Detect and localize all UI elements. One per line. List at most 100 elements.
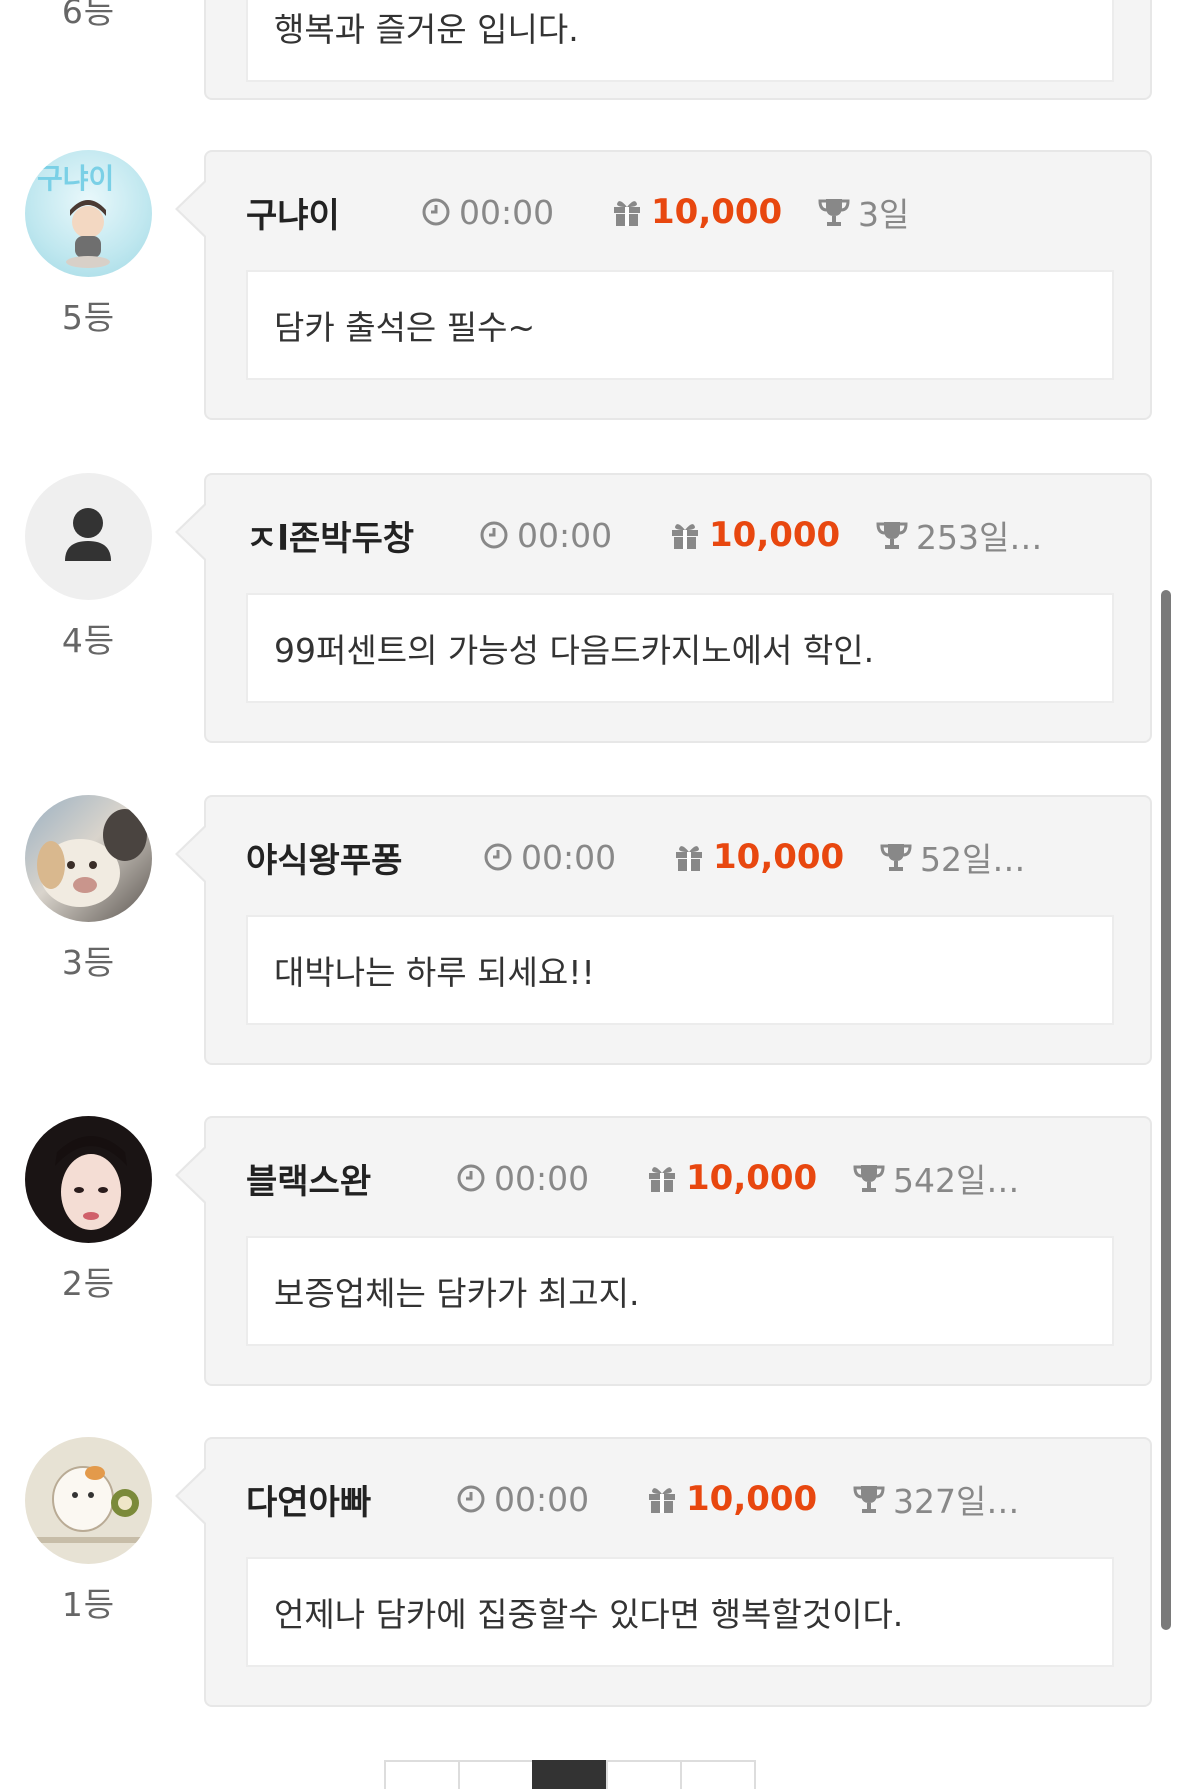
points: 10,000	[646, 1477, 817, 1521]
rank-label: 6등	[61, 0, 116, 31]
gift-icon	[676, 846, 702, 871]
card-pointer	[178, 182, 206, 236]
nickname[interactable]: ㅈl존박두창	[246, 513, 414, 559]
points: 10,000	[611, 190, 782, 234]
avatar[interactable]: 구냐이	[25, 150, 152, 277]
days-value: 542일…	[893, 1161, 1020, 1200]
attendance-entry: 6등 행복과 즐거운 입니다.	[0, 0, 1179, 100]
nickname[interactable]: 다연아빠	[246, 1477, 371, 1523]
avatar-column: 4등	[25, 473, 152, 662]
comment-meta: ㅈl존박두창 00:00 10,000 253일…	[246, 513, 1130, 559]
comment-card: 야식왕푸퐁 00:00 10,000 52일… 대박나는 하루 되세요!!	[175, 795, 1152, 1065]
comment-card: 블랙스완 00:00 10,000 542일… 보증업체는 담카가 최고지.	[175, 1116, 1152, 1386]
time-value: 00:00	[459, 192, 555, 232]
attendance-entry: 구냐이 5등 구냐이 00:00 10,000 3일 담카 출석은 필수~	[0, 150, 1179, 450]
points: 10,000	[669, 513, 840, 557]
comment-card: ㅈl존박두창 00:00 10,000 253일… 99퍼센트의 가능성 다음드…	[175, 473, 1152, 743]
gift-icon	[614, 201, 640, 226]
page-button[interactable]	[458, 1760, 534, 1789]
trophy-icon	[876, 522, 908, 549]
time-stamp: 00:00	[483, 835, 616, 879]
avatar-column: 구냐이 5등	[25, 150, 152, 339]
gift-icon	[672, 524, 698, 549]
clock-icon	[457, 1164, 485, 1192]
comment-message: 언제나 담카에 집중할수 있다면 행복할것이다.	[246, 1557, 1114, 1667]
avatar-illustration: 구냐이	[37, 162, 114, 268]
points: 10,000	[646, 1156, 817, 1200]
comment-message: 담카 출석은 필수~	[246, 270, 1114, 380]
time-value: 00:00	[494, 1479, 590, 1519]
points-value: 10,000	[686, 1158, 818, 1198]
rank-label: 4등	[61, 621, 116, 660]
card-pointer	[178, 1148, 206, 1202]
clock-icon	[484, 843, 512, 871]
attendance-days: 327일…	[853, 1477, 1019, 1521]
time-stamp: 00:00	[421, 190, 554, 234]
page-button[interactable]	[606, 1760, 682, 1789]
nickname[interactable]: 구냐이	[246, 190, 340, 236]
points-value: 10,000	[709, 515, 841, 555]
trophy-icon	[880, 844, 912, 871]
card-pointer	[178, 827, 206, 881]
trophy-icon	[853, 1486, 885, 1513]
gift-icon	[649, 1167, 675, 1192]
trophy-icon	[853, 1165, 885, 1192]
comment-meta: 블랙스완 00:00 10,000 542일…	[246, 1156, 1130, 1202]
comment-card: 행복과 즐거운 입니다.	[204, 0, 1152, 100]
comment-card: 다연아빠 00:00 10,000 327일… 언제나 담카에 집중할수 있다면…	[175, 1437, 1152, 1707]
comment-meta: 구냐이 00:00 10,000 3일	[246, 190, 1130, 236]
attendance-entry: 4등 ㅈl존박두창 00:00 10,000 253일… 99퍼센트의 가능성 …	[0, 473, 1179, 773]
time-value: 00:00	[521, 837, 617, 877]
time-value: 00:00	[494, 1158, 590, 1198]
comment-message: 행복과 즐거운 입니다.	[246, 0, 1114, 82]
days-value: 253일…	[916, 518, 1043, 557]
avatar-photo	[37, 809, 147, 907]
avatar-illustration	[35, 1466, 142, 1543]
attendance-days: 253일…	[876, 513, 1042, 557]
avatar[interactable]	[25, 473, 152, 600]
page-button[interactable]	[680, 1760, 756, 1789]
comment-message: 99퍼센트의 가능성 다음드카지노에서 학인.	[246, 593, 1114, 703]
card-pointer	[178, 1469, 206, 1523]
rank-label: 2등	[61, 1264, 116, 1303]
scrollbar[interactable]	[1161, 590, 1171, 1630]
rank-label: 1등	[61, 1585, 116, 1624]
rank-label: 5등	[61, 298, 116, 337]
avatar[interactable]	[25, 795, 152, 922]
time-stamp: 00:00	[479, 513, 612, 557]
avatar-column: 6등	[25, 0, 152, 33]
comment-meta: 다연아빠 00:00 10,000 327일…	[246, 1477, 1130, 1523]
attendance-entry: 2등 블랙스완 00:00 10,000 542일… 보증업체는 담카가 최고지…	[0, 1116, 1179, 1416]
avatar[interactable]	[25, 1437, 152, 1564]
time-value: 00:00	[517, 515, 613, 555]
avatar-column: 1등	[25, 1437, 152, 1626]
clock-icon	[480, 521, 508, 549]
attendance-days: 52일…	[880, 835, 1025, 879]
avatar[interactable]	[25, 1116, 152, 1243]
days-value: 52일…	[920, 840, 1026, 879]
time-stamp: 00:00	[456, 1156, 589, 1200]
rank-label: 3등	[61, 943, 116, 982]
avatar-column: 3등	[25, 795, 152, 984]
points-value: 10,000	[686, 1479, 818, 1519]
page-button-current[interactable]	[532, 1760, 608, 1789]
comment-message: 대박나는 하루 되세요!!	[246, 915, 1114, 1025]
comment-meta: 야식왕푸퐁 00:00 10,000 52일…	[246, 835, 1130, 881]
points-value: 10,000	[713, 837, 845, 877]
attendance-days: 542일…	[853, 1156, 1019, 1200]
attendance-list: 6등 행복과 즐거운 입니다. 구냐이 5등 구냐이 00:00 10,000 …	[0, 0, 1179, 1789]
page-button[interactable]	[384, 1760, 460, 1789]
attendance-entry: 1등 다연아빠 00:00 10,000 327일… 언제나 담카에 집중할수 …	[0, 1437, 1179, 1737]
pagination	[384, 1760, 756, 1789]
nickname[interactable]: 블랙스완	[246, 1156, 371, 1202]
points-value: 10,000	[651, 192, 783, 232]
nickname[interactable]: 야식왕푸퐁	[246, 835, 402, 881]
time-stamp: 00:00	[456, 1477, 589, 1521]
default-user-icon	[65, 508, 111, 561]
attendance-days: 3일	[818, 190, 909, 234]
card-pointer	[178, 505, 206, 559]
avatar-photo	[55, 1136, 127, 1230]
comment-message: 보증업체는 담카가 최고지.	[246, 1236, 1114, 1346]
days-value: 3일	[858, 195, 910, 234]
days-value: 327일…	[893, 1482, 1020, 1521]
